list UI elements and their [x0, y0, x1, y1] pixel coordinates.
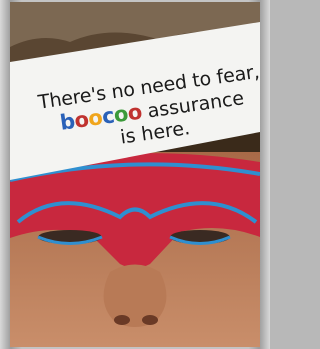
- nostril-right: [142, 315, 158, 325]
- right-eye: [170, 230, 230, 244]
- ad-photo: [10, 2, 260, 347]
- banner-ad[interactable]: There's no need to fear, boocoo assuranc…: [10, 2, 260, 347]
- left-eye: [38, 230, 102, 244]
- nostril-left: [114, 315, 130, 325]
